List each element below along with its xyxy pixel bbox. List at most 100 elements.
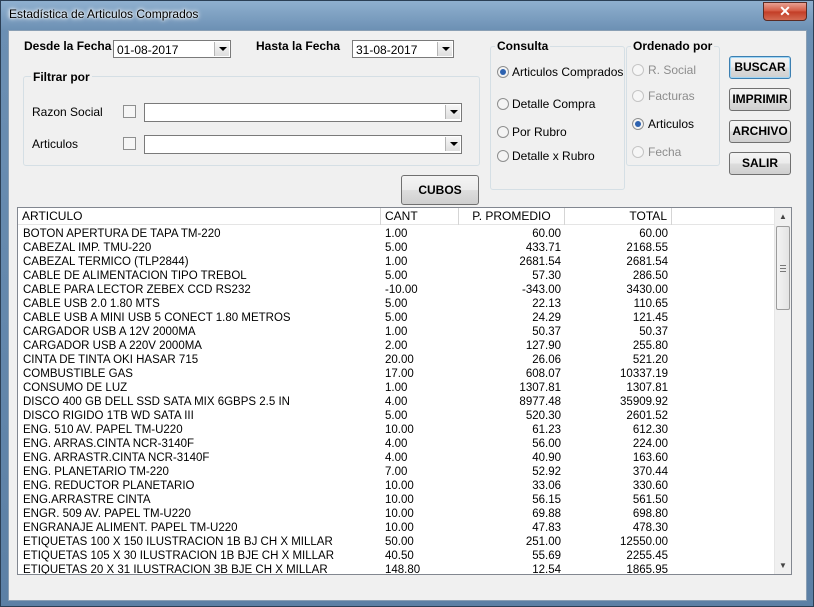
radio-detalle-x-rubro[interactable] bbox=[497, 150, 509, 162]
consulta-option-label: Articulos Comprados bbox=[512, 65, 624, 79]
table-header: ARTICULO CANT P. PROMEDIO TOTAL bbox=[18, 208, 775, 225]
radio-r-social[interactable] bbox=[632, 64, 644, 76]
salir-button[interactable]: SALIR bbox=[729, 152, 791, 175]
cell-articulo: ENG.ARRASTRE CINTA bbox=[23, 494, 151, 506]
desde-date-combo[interactable]: 01-08-2017 bbox=[113, 40, 231, 58]
table-row[interactable]: CINTA DE TINTA OKI HASAR 715 20.00 26.06 52… bbox=[18, 353, 775, 367]
cell-promedio: 127.90 bbox=[525, 340, 561, 352]
close-button[interactable]: ✕ bbox=[763, 2, 807, 21]
chevron-down-icon[interactable] bbox=[445, 137, 460, 151]
table-row[interactable]: ENG. ARRAS.CINTA NCR-3140F 4.00 56.00 224.0… bbox=[18, 437, 775, 451]
radio-facturas[interactable] bbox=[632, 90, 644, 102]
table-row[interactable]: DISCO 400 GB DELL SSD SATA MIX 6GBPS 2.5… bbox=[18, 395, 775, 409]
cell-articulo: CABEZAL IMP. TMU-220 bbox=[23, 242, 152, 254]
table-row[interactable]: ENG. REDUCTOR PLANETARIO 10.00 33.06 330.60 bbox=[18, 479, 775, 493]
table-row[interactable]: CARGADOR USB A 220V 2000MA 2.00 127.90 255.… bbox=[18, 339, 775, 353]
cell-promedio: 56.15 bbox=[532, 494, 561, 506]
radio-por-rubro[interactable] bbox=[497, 126, 509, 138]
table-row[interactable]: CONSUMO DE LUZ 1.00 1307.81 1307.81 bbox=[18, 381, 775, 395]
table-row[interactable]: ENG.ARRASTRE CINTA 10.00 56.15 561.50 bbox=[18, 493, 775, 507]
table-row[interactable]: ETIQUETAS 100 X 150 ILUSTRACION 1B BJ CH… bbox=[18, 535, 775, 549]
cell-promedio: 33.06 bbox=[532, 480, 561, 492]
cell-cant: 10.00 bbox=[385, 522, 414, 534]
table-row[interactable]: CABEZAL IMP. TMU-220 5.00 433.71 2168.55 bbox=[18, 241, 775, 255]
table-row[interactable]: COMBUSTIBLE GAS 17.00 608.07 10337.19 bbox=[18, 367, 775, 381]
archivo-button[interactable]: ARCHIVO bbox=[729, 120, 791, 143]
chevron-down-icon[interactable] bbox=[214, 42, 229, 56]
radio-detalle-compra[interactable] bbox=[497, 98, 509, 110]
column-header-total[interactable]: TOTAL bbox=[565, 208, 672, 225]
cell-total: 224.00 bbox=[632, 438, 668, 450]
cell-promedio: 55.69 bbox=[532, 550, 561, 562]
cell-total: 286.50 bbox=[632, 270, 668, 282]
column-header-cant[interactable]: CANT bbox=[381, 208, 459, 225]
articulos-combo[interactable] bbox=[144, 135, 462, 154]
cell-articulo: ETIQUETAS 105 X 30 ILUSTRACION 1B BJE CH… bbox=[23, 550, 335, 562]
table-row[interactable]: DISCO RIGIDO 1TB WD SATA III 5.00 520.30 26… bbox=[18, 409, 775, 423]
scroll-down-icon[interactable]: ▼ bbox=[775, 557, 791, 574]
cell-total: 521.20 bbox=[632, 354, 668, 366]
table-row[interactable]: ETIQUETAS 105 X 30 ILUSTRACION 1B BJE CH… bbox=[18, 549, 775, 563]
cell-total: 110.65 bbox=[633, 298, 668, 310]
cell-articulo: ENG. PLANETARIO TM-220 bbox=[23, 466, 169, 478]
chevron-down-icon[interactable] bbox=[437, 42, 452, 56]
vertical-scrollbar[interactable]: ▲ ▼ bbox=[774, 208, 791, 574]
cell-total: 35909.92 bbox=[620, 396, 668, 408]
articulos-checkbox[interactable] bbox=[123, 137, 136, 150]
scroll-thumb[interactable] bbox=[776, 226, 790, 310]
consulta-title: Consulta bbox=[495, 39, 551, 53]
cell-articulo: ETIQUETAS 20 X 31 ILUSTRACION 3B BJE CH … bbox=[23, 564, 328, 575]
hasta-date-value: 31-08-2017 bbox=[356, 43, 418, 57]
imprimir-button[interactable]: IMPRIMIR bbox=[729, 88, 791, 111]
table-row[interactable]: CABLE PARA LECTOR ZEBEX CCD RS232 -10.00 -… bbox=[18, 283, 775, 297]
table-row[interactable]: CARGADOR USB A 12V 2000MA 1.00 50.37 50.37 bbox=[18, 325, 775, 339]
cell-promedio: 26.06 bbox=[532, 354, 561, 366]
razon-social-combo[interactable] bbox=[144, 103, 462, 122]
cell-cant: 5.00 bbox=[385, 242, 408, 254]
hasta-label: Hasta la Fecha bbox=[256, 39, 341, 53]
cell-total: 60.00 bbox=[639, 228, 668, 240]
table-row[interactable]: ETIQUETAS 20 X 31 ILUSTRACION 3B BJE CH … bbox=[18, 563, 775, 575]
table-row[interactable]: ENG. ARRASTR.CINTA NCR-3140F 4.00 40.90 163… bbox=[18, 451, 775, 465]
articles-table[interactable]: ARTICULO CANT P. PROMEDIO TOTAL BOTON AP… bbox=[17, 207, 792, 575]
cell-promedio: 251.00 bbox=[525, 536, 561, 548]
table-row[interactable]: ENGR. 509 AV. PAPEL TM-U220 10.00 69.88 698… bbox=[18, 507, 775, 521]
cell-promedio: 608.07 bbox=[525, 368, 561, 380]
column-header-promedio[interactable]: P. PROMEDIO bbox=[459, 208, 565, 225]
cell-articulo: CINTA DE TINTA OKI HASAR 715 bbox=[23, 354, 199, 366]
cell-cant: 5.00 bbox=[385, 298, 408, 310]
cell-articulo: ENG. 510 AV. PAPEL TM-U220 bbox=[23, 424, 183, 436]
radio-articulos-orden[interactable] bbox=[632, 118, 644, 130]
cell-cant: 10.00 bbox=[385, 424, 414, 436]
cell-total: 2168.55 bbox=[626, 242, 668, 254]
cell-total: 1307.81 bbox=[626, 382, 668, 394]
table-row[interactable]: ENGRANAJE ALIMENT. PAPEL TM-U220 10.00 47.… bbox=[18, 521, 775, 535]
buscar-button[interactable]: BUSCAR bbox=[729, 56, 791, 79]
ordenado-option-label: Fecha bbox=[648, 145, 682, 159]
ordenado-title: Ordenado por bbox=[631, 39, 715, 53]
column-header-articulo[interactable]: ARTICULO bbox=[18, 208, 381, 225]
radio-articulos-comprados[interactable] bbox=[497, 66, 509, 78]
table-row[interactable]: CABLE USB A MINI USB 5 CONECT 1.80 METRO… bbox=[18, 311, 775, 325]
radio-fecha[interactable] bbox=[632, 146, 644, 158]
cell-articulo: BOTON APERTURA DE TAPA TM-220 bbox=[23, 228, 221, 240]
table-row[interactable]: BOTON APERTURA DE TAPA TM-220 1.00 60.00 60… bbox=[18, 227, 775, 241]
hasta-date-combo[interactable]: 31-08-2017 bbox=[352, 40, 454, 58]
chevron-down-icon[interactable] bbox=[445, 105, 460, 119]
table-row[interactable]: ENG. PLANETARIO TM-220 7.00 52.92 370.44 bbox=[18, 465, 775, 479]
table-rows: BOTON APERTURA DE TAPA TM-220 1.00 60.00 60… bbox=[18, 227, 775, 575]
cubos-button[interactable]: CUBOS bbox=[401, 175, 479, 205]
cell-promedio: 2681.54 bbox=[519, 256, 561, 268]
title-bar[interactable]: Estadística de Articulos Comprados ✕ bbox=[1, 1, 813, 29]
razon-social-checkbox[interactable] bbox=[123, 105, 136, 118]
cell-total: 255.80 bbox=[632, 340, 668, 352]
cell-cant: 10.00 bbox=[385, 508, 414, 520]
cell-total: 3430.00 bbox=[626, 284, 668, 296]
scroll-up-icon[interactable]: ▲ bbox=[775, 208, 791, 225]
table-row[interactable]: CABEZAL TERMICO (TLP2844) 1.00 2681.54 2681… bbox=[18, 255, 775, 269]
ordenado-option-label: R. Social bbox=[648, 63, 697, 77]
cell-cant: 4.00 bbox=[385, 396, 408, 408]
table-row[interactable]: ENG. 510 AV. PAPEL TM-U220 10.00 61.23 612.… bbox=[18, 423, 775, 437]
table-row[interactable]: CABLE DE ALIMENTACION TIPO TREBOL 5.00 57.… bbox=[18, 269, 775, 283]
table-row[interactable]: CABLE USB 2.0 1.80 MTS 5.00 22.13 110.65 bbox=[18, 297, 775, 311]
